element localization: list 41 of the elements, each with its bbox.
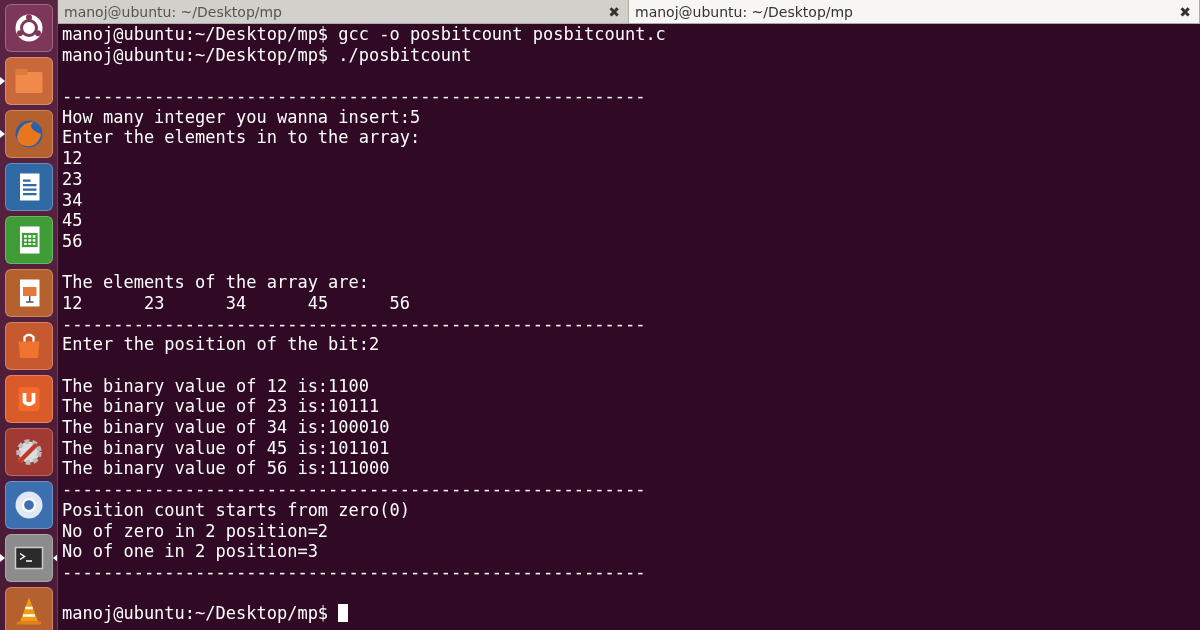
launcher-button[interactable] xyxy=(4,481,53,529)
terminal-line: No of zero in 2 position=2 xyxy=(62,520,329,541)
terminal-line: --------------------------------------------------------- xyxy=(62,561,646,582)
terminal-line: --------------------------------------------------------- xyxy=(62,479,646,500)
terminal-line: The binary value of 34 is:100010 xyxy=(62,417,390,438)
launcher-button[interactable] xyxy=(4,534,53,582)
terminal-line: manoj@ubuntu:~/Desktop/mp$ gcc -o posbitcount posbitcount.c xyxy=(62,24,666,44)
terminal-line: No of one in 2 position=3 xyxy=(62,541,318,562)
launcher-button[interactable] xyxy=(4,269,53,317)
launcher-button[interactable] xyxy=(4,163,53,211)
close-button[interactable]: ✖ xyxy=(606,3,622,20)
terminal-line: The elements of the array are: xyxy=(62,272,370,293)
launcher-button[interactable] xyxy=(4,428,53,476)
launcher-button[interactable] xyxy=(4,4,53,52)
terminal-line: The binary value of 56 is:111000 xyxy=(62,458,390,479)
terminal-line: 12 23 34 45 56 xyxy=(62,292,410,313)
launcher-button[interactable] xyxy=(4,322,53,370)
terminal-line: The binary value of 23 is:10111 xyxy=(62,396,380,417)
terminal-line: Enter the position of the bit:2 xyxy=(62,334,380,355)
launcher-button[interactable] xyxy=(4,216,53,264)
terminal-tab[interactable]: manoj@ubuntu: ~/Desktop/mp ✖ xyxy=(58,0,629,23)
terminal-line: 12 xyxy=(62,148,83,169)
terminal-tab[interactable]: manoj@ubuntu: ~/Desktop/mp ✖ xyxy=(629,0,1200,23)
terminal-line: 34 xyxy=(62,189,83,210)
tab-title: manoj@ubuntu: ~/Desktop/mp xyxy=(64,3,282,20)
terminal-line: --------------------------------------------------------- xyxy=(62,313,646,334)
terminal-line: The binary value of 12 is:1100 xyxy=(62,375,370,396)
close-button[interactable]: ✖ xyxy=(1177,3,1193,20)
launcher-button[interactable] xyxy=(4,375,53,423)
terminal-line: 23 xyxy=(62,168,83,189)
terminal-line: 45 xyxy=(62,210,83,231)
terminal-line: --------------------------------------------------------- xyxy=(62,86,646,107)
tab-title: manoj@ubuntu: ~/Desktop/mp xyxy=(635,3,853,20)
shell-prompt: manoj@ubuntu:~/Desktop/mp$ xyxy=(62,603,330,624)
terminal-line: How many integer you wanna insert:5 xyxy=(62,106,421,127)
terminal-line: manoj@ubuntu:~/Desktop/mp$ ./posbitcount xyxy=(62,44,472,65)
launcher-button[interactable] xyxy=(4,587,53,630)
terminal-line: 56 xyxy=(62,230,83,251)
terminal-line: Enter the elements in to the array: xyxy=(62,127,421,148)
terminal-line: Position count starts from zero(0) xyxy=(62,499,410,520)
terminal-line: The binary value of 45 is:101101 xyxy=(62,437,390,458)
